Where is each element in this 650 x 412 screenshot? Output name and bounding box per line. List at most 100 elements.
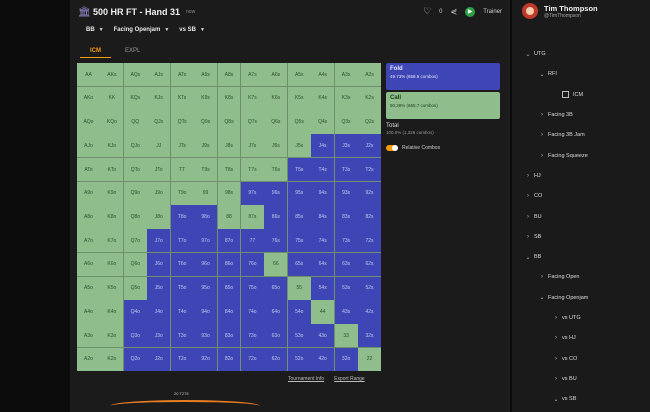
hand-cell[interactable]: A5o (77, 276, 100, 300)
trainer-label[interactable]: Trainer (483, 9, 502, 15)
tree-item[interactable]: ⌄ RFI (512, 64, 650, 84)
action-select[interactable]: Facing Openjam ▼ (114, 27, 170, 33)
tree-item[interactable]: › HJ (512, 166, 650, 186)
hand-cell[interactable]: 52o (287, 347, 311, 371)
tree-item[interactable]: › Facing 3B Jam (512, 125, 650, 145)
hand-cell[interactable]: K8s (217, 86, 241, 110)
hand-cell[interactable]: 84s (311, 205, 335, 229)
hand-cell[interactable]: T8s (217, 157, 241, 182)
tree-item[interactable]: ⌄ Facing Openjam (512, 288, 650, 308)
hand-cell[interactable]: AJo (77, 134, 100, 158)
hand-cell[interactable]: 87o (217, 229, 241, 253)
hand-cell[interactable]: Q7s (240, 110, 264, 134)
hand-cell[interactable]: A2o (77, 347, 100, 371)
hand-cell[interactable]: 98o (194, 205, 218, 229)
hand-cell[interactable]: 44 (311, 300, 335, 324)
toggle-switch[interactable] (386, 145, 398, 151)
hand-cell[interactable]: KQs (123, 86, 147, 110)
hand-cell[interactable]: A9o (77, 181, 100, 205)
tree-item[interactable]: › vs CO (512, 348, 650, 368)
tab-expl[interactable]: EXPL (115, 46, 150, 58)
hand-cell[interactable]: AA (77, 63, 100, 87)
hand-cell[interactable]: T3s (334, 157, 358, 182)
hand-cell[interactable]: J4s (311, 134, 335, 158)
hand-cell[interactable]: J9s (194, 134, 218, 158)
hand-cell[interactable]: 94o (194, 300, 218, 324)
hand-cell[interactable]: A6o (77, 252, 100, 277)
hand-cell[interactable]: Q5s (287, 110, 311, 134)
hand-cell[interactable]: 95o (194, 276, 218, 300)
hand-cell[interactable]: 72o (240, 347, 264, 371)
hand-cell[interactable]: K5s (287, 86, 311, 110)
hand-cell[interactable]: T3o (170, 324, 194, 348)
hand-cell[interactable]: A6s (264, 63, 288, 87)
fold-legend[interactable]: Fold 49.73% (659.5 combos) (386, 63, 500, 90)
hand-cell[interactable]: Q3o (123, 324, 147, 348)
hand-cell[interactable]: T9s (194, 157, 218, 182)
hand-cell[interactable]: J3s (334, 134, 358, 158)
hand-cell[interactable]: 88 (217, 205, 241, 229)
relative-combos-toggle[interactable]: Relative Combos (386, 145, 500, 151)
hand-cell[interactable]: KK (100, 86, 124, 110)
hand-cell[interactable]: AQs (123, 63, 147, 87)
hand-cell[interactable]: K7s (240, 86, 264, 110)
tree-item[interactable]: ICM (512, 85, 650, 105)
hand-cell[interactable]: A7o (77, 229, 100, 253)
hand-cell[interactable]: A9s (194, 63, 218, 87)
hand-cell[interactable]: AKo (77, 86, 100, 110)
hand-cell[interactable]: K8o (100, 205, 124, 229)
hand-cell[interactable]: Q4o (123, 300, 147, 324)
hand-cell[interactable]: 43s (334, 300, 358, 324)
hand-cell[interactable]: TT (170, 157, 194, 182)
hand-cell[interactable]: 52s (358, 276, 381, 300)
hand-cell[interactable]: J8o (147, 205, 171, 229)
hand-cell[interactable]: 85o (217, 276, 241, 300)
hand-cell[interactable]: A4s (311, 63, 335, 87)
hand-cell[interactable]: T6o (170, 252, 194, 277)
export-range-link[interactable]: Export Range (334, 376, 365, 382)
hand-cell[interactable]: Q3s (334, 110, 358, 134)
hand-cell[interactable]: KJo (100, 134, 124, 158)
tree-item[interactable]: › vs HJ (512, 328, 650, 348)
tree-item[interactable]: › BU (512, 206, 650, 226)
hand-cell[interactable]: J7o (147, 229, 171, 253)
hand-cell[interactable]: KQo (100, 110, 124, 134)
hand-cell[interactable]: 92s (358, 181, 381, 205)
hand-cell[interactable]: 98s (217, 181, 241, 205)
hand-cell[interactable]: 74o (240, 300, 264, 324)
hand-cell[interactable]: QTs (170, 110, 194, 134)
hand-cell[interactable]: 55 (287, 276, 311, 300)
hand-cell[interactable]: A8s (217, 63, 241, 87)
hand-cell[interactable]: KTs (170, 86, 194, 110)
call-legend[interactable]: Call 50.28% (665.7 combos) (386, 92, 500, 119)
tree-item[interactable]: › vs UTG (512, 308, 650, 328)
hand-cell[interactable]: 73o (240, 324, 264, 348)
hand-cell[interactable]: 22 (358, 347, 381, 371)
hand-cell[interactable]: 93s (334, 181, 358, 205)
hand-cell[interactable]: Q2s (358, 110, 381, 134)
hand-cell[interactable]: T8o (170, 205, 194, 229)
share-icon[interactable]: ⋞ (451, 7, 458, 16)
hand-cell[interactable]: T7s (240, 157, 264, 182)
hand-cell[interactable]: 73s (334, 229, 358, 253)
hand-cell[interactable]: T2s (358, 157, 381, 182)
hand-cell[interactable]: KJs (147, 86, 171, 110)
hand-cell[interactable]: 82o (217, 347, 241, 371)
hand-cell[interactable]: 43o (311, 324, 335, 348)
hand-cell[interactable]: A5s (287, 63, 311, 87)
hand-cell[interactable]: 94s (311, 181, 335, 205)
hand-cell[interactable]: 92o (194, 347, 218, 371)
opponent-select[interactable]: vs SB ▼ (179, 27, 205, 33)
hand-cell[interactable]: JJ (147, 134, 171, 158)
hand-cell[interactable]: K4s (311, 86, 335, 110)
hand-cell[interactable]: 62o (264, 347, 288, 371)
hand-cell[interactable]: 72s (358, 229, 381, 253)
hand-cell[interactable]: 64o (264, 300, 288, 324)
hand-cell[interactable]: K5o (100, 276, 124, 300)
hand-cell[interactable]: 95s (287, 181, 311, 205)
hand-cell[interactable]: 42s (358, 300, 381, 324)
hand-cell[interactable]: 53o (287, 324, 311, 348)
hand-cell[interactable]: T6s (264, 157, 288, 182)
position-select[interactable]: BB ▼ (86, 27, 104, 33)
hand-cell[interactable]: QQ (123, 110, 147, 134)
